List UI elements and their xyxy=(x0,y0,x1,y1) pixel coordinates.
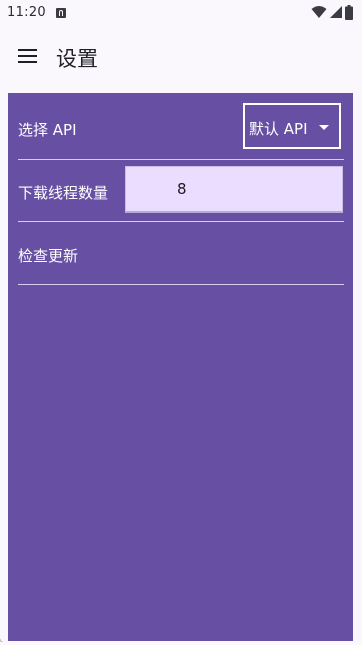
corner-mark: ⌞ xyxy=(0,636,3,643)
setting-row-api: 选择 API 默认 API xyxy=(18,93,344,160)
setting-row-threads: 下载线程数量 xyxy=(18,160,344,222)
status-time: 11:20 xyxy=(7,5,46,20)
api-dropdown-value: 默认 API xyxy=(249,120,308,138)
api-dropdown[interactable]: 默认 API xyxy=(243,103,341,149)
caret-down-icon xyxy=(319,125,329,130)
notification-a-icon xyxy=(56,8,66,18)
threads-input[interactable] xyxy=(125,166,343,213)
app-bar: 设置 xyxy=(0,26,362,92)
threads-label: 下载线程数量 xyxy=(18,184,109,202)
check-update-label: 检查更新 xyxy=(18,247,79,265)
signal-icon xyxy=(330,6,342,18)
status-icons xyxy=(311,4,353,20)
check-update-item[interactable]: 检查更新 xyxy=(18,222,344,285)
battery-icon xyxy=(345,4,353,20)
page-title: 设置 xyxy=(56,47,98,71)
hamburger-menu-icon[interactable] xyxy=(18,48,38,64)
api-label: 选择 API xyxy=(18,121,77,139)
status-bar: 11:20 xyxy=(0,0,362,26)
settings-panel: 选择 API 默认 API 下载线程数量 检查更新 xyxy=(8,93,353,641)
wifi-icon xyxy=(311,6,327,18)
